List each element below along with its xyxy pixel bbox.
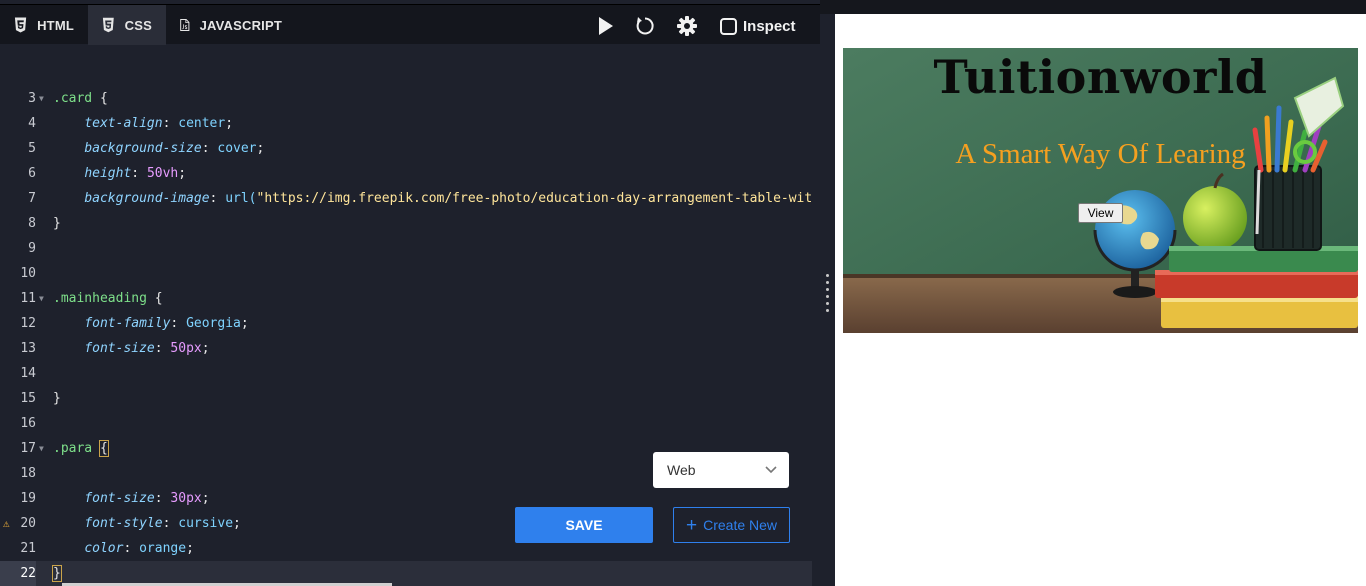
css3-icon [102, 17, 114, 33]
line-number: 13 [20, 341, 36, 356]
line-number: 11 [20, 291, 36, 306]
drag-dot [826, 288, 829, 291]
line-number: 17 [20, 441, 36, 456]
code-line[interactable]: 11 ▼ .mainheading { [0, 286, 812, 311]
line-number: 10 [20, 266, 36, 281]
create-new-label: Create New [703, 517, 778, 533]
code-text: color: orange; [84, 541, 194, 556]
html5-icon [14, 17, 27, 33]
save-button[interactable]: SAVE [515, 507, 653, 543]
device-select-value: Web [667, 462, 696, 478]
editor-pane: HTML CSS JAVASCRIPT Inspect 3 ▼ .card {… [0, 0, 820, 586]
code-line[interactable]: 16 [0, 411, 812, 436]
line-number: 9 [28, 241, 36, 256]
drag-dot [826, 274, 829, 277]
line-number: 16 [20, 416, 36, 431]
card: Tuitionworld A Smart Way Of Learing View [843, 48, 1358, 333]
fold-arrow-icon[interactable]: ▼ [39, 436, 44, 461]
code-line[interactable]: 4 text-align: center; [0, 111, 812, 136]
code-line[interactable]: 15} [0, 386, 812, 411]
line-number: 19 [20, 491, 36, 506]
code-line[interactable]: 10 [0, 261, 812, 286]
tab-css-label: CSS [124, 17, 152, 33]
code-text: } [53, 216, 61, 231]
drag-dot [826, 309, 829, 312]
fold-arrow-icon[interactable]: ▼ [39, 86, 44, 111]
tab-javascript[interactable]: JAVASCRIPT [166, 5, 296, 45]
reset-icon[interactable] [634, 14, 656, 38]
line-number: 15 [20, 391, 36, 406]
code-text: font-family: Georgia; [84, 316, 249, 331]
code-text: .mainheading { [53, 291, 163, 306]
code-text: font-size: 50px; [84, 341, 210, 356]
tab-html-label: HTML [37, 17, 74, 33]
tab-html[interactable]: HTML [0, 5, 88, 45]
code-text: } [52, 565, 62, 582]
code-line[interactable]: 7 background-image: url("https://img.fre… [0, 186, 812, 211]
code-line[interactable]: 3 ▼ .card { [0, 86, 812, 111]
line-number: 21 [20, 541, 36, 556]
warning-icon[interactable]: ⚠ [3, 511, 10, 536]
view-button[interactable]: View [1078, 203, 1123, 223]
chevron-down-icon [765, 466, 777, 474]
code-line[interactable]: 8} [0, 211, 812, 236]
code-text: font-size: 30px; [84, 491, 210, 506]
line-number: 6 [28, 166, 36, 181]
code-text: background-size: cover; [84, 141, 265, 156]
line-number: 7 [28, 191, 36, 206]
code-line[interactable]: 12 font-family: Georgia; [0, 311, 812, 336]
line-number: 5 [28, 141, 36, 156]
js-file-icon [180, 19, 190, 31]
drag-dot [826, 295, 829, 298]
preview-pane: Tuitionworld A Smart Way Of Learing View [835, 14, 1366, 586]
inspect-toggle[interactable]: Inspect [720, 14, 810, 38]
gear-icon[interactable] [676, 14, 698, 38]
code-text: background-image: url("https://img.freep… [84, 191, 812, 206]
code-line[interactable]: 6 height: 50vh; [0, 161, 812, 186]
code-text: .card { [53, 91, 108, 106]
drag-dot [826, 281, 829, 284]
code-line[interactable]: 14 [0, 361, 812, 386]
line-number: 14 [20, 366, 36, 381]
line-number: 12 [20, 316, 36, 331]
code-text: font-style: cursive; [84, 516, 241, 531]
code-line[interactable]: 13 font-size: 50px; [0, 336, 812, 361]
line-number: 4 [28, 116, 36, 131]
pane-resize-handle[interactable] [820, 0, 835, 586]
fold-arrow-icon[interactable]: ▼ [39, 286, 44, 311]
code-line[interactable]: 9 [0, 236, 812, 261]
line-number: 3 [28, 91, 36, 106]
device-select[interactable]: Web [653, 452, 789, 488]
code-text: .para { [53, 440, 109, 457]
code-text: text-align: center; [84, 116, 234, 131]
tab-css[interactable]: CSS [88, 5, 166, 45]
editor-tab-bar: HTML CSS JAVASCRIPT Inspect [0, 4, 820, 45]
preview-top-bar [820, 0, 1366, 14]
code-text: } [53, 391, 61, 406]
code-text: height: 50vh; [84, 166, 187, 181]
tagline-paragraph: A Smart Way Of Learing [955, 138, 1246, 170]
line-number: 18 [20, 466, 36, 481]
create-new-button[interactable]: + Create New [673, 507, 790, 543]
drag-dot [826, 302, 829, 305]
line-number: 22 [0, 561, 36, 586]
play-icon[interactable] [596, 14, 616, 38]
code-playground: HTML CSS JAVASCRIPT Inspect 3 ▼ .card {… [0, 0, 1366, 586]
inspect-checkbox[interactable] [720, 17, 737, 35]
plus-icon: + [685, 514, 698, 536]
tab-javascript-label: JAVASCRIPT [199, 17, 282, 33]
main-heading: Tuitionworld [933, 50, 1268, 104]
inspect-label: Inspect [743, 17, 796, 35]
line-number: 8 [28, 216, 36, 231]
code-line[interactable]: 5 background-size: cover; [0, 136, 812, 161]
